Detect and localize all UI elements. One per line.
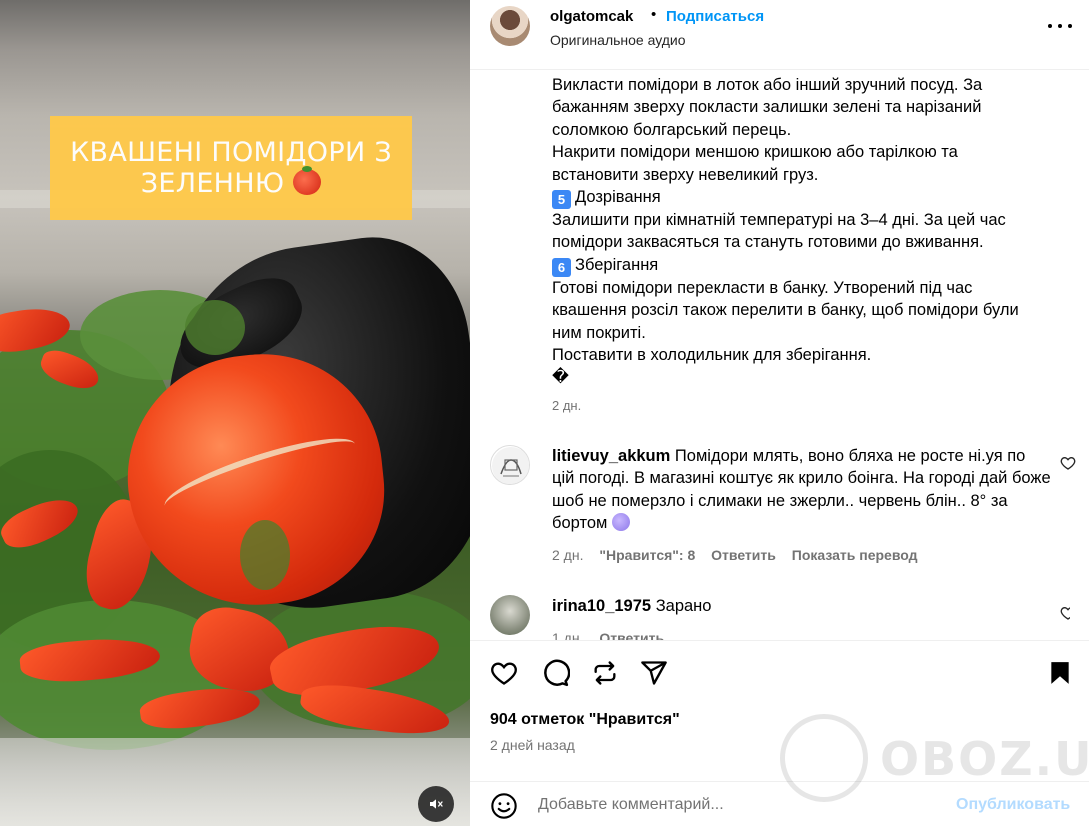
author-username[interactable]: olgatomcak (550, 8, 633, 25)
paper-plane-icon (641, 661, 667, 685)
caption-line: бажанням зверху покласти залишки зелені … (552, 98, 982, 117)
step-5-title: Дозрівання (575, 188, 661, 207)
commenter-avatar[interactable] (490, 445, 530, 485)
publish-button[interactable]: Опубликовать (956, 796, 1070, 814)
comment-time[interactable]: 1 дн. (552, 630, 583, 640)
caption-line: помідори заквасяться та стануть готовими… (552, 233, 984, 252)
caption-line: соломкою болгарський перець. (552, 120, 792, 139)
step-5-heading: 5 Дозрівання (552, 186, 1052, 210)
add-comment-bar: Опубликовать (470, 781, 1089, 826)
tray-bottom (0, 738, 470, 826)
comment-meta: 2 дн. "Нравится": 8 Ответить Показать пе… (552, 547, 930, 563)
original-audio-link[interactable]: Оригинальное аудио (550, 32, 686, 48)
comment-item: litievuy_akkum Помідори млять, воно блях… (490, 445, 1076, 575)
comment-button[interactable] (539, 657, 571, 689)
caption-time[interactable]: 2 дн. (552, 398, 581, 413)
post-actions: 904 отметок "Нравится" 2 дней назад Опуб… (470, 640, 1089, 826)
reply-button[interactable]: Ответить (711, 547, 776, 563)
repost-button[interactable] (589, 657, 621, 689)
post-header: olgatomcak • Подписаться Оригинальное ау… (470, 0, 1089, 70)
overlay-title-card: КВАШЕНІ ПОМІДОРИ З ЗЕЛЕННЮ (50, 116, 412, 220)
commenter-username[interactable]: irina10_1975 (552, 597, 651, 615)
caption-line: Викласти помідори в лоток або інший зруч… (552, 76, 983, 94)
caption-line: квашення розсіл також перелити в банку, … (552, 301, 1019, 320)
commenter-username[interactable]: litievuy_akkum (552, 447, 670, 465)
post-media[interactable]: КВАШЕНІ ПОМІДОРИ З ЗЕЛЕННЮ (0, 0, 470, 826)
sketch-avatar-icon (492, 447, 529, 484)
share-button[interactable] (638, 657, 670, 689)
dill-sprig (240, 520, 290, 590)
heart-icon (491, 662, 517, 685)
comment-time[interactable]: 2 дн. (552, 547, 583, 563)
comment-input[interactable] (538, 792, 938, 818)
tomato-emoji-icon (293, 166, 322, 195)
commenter-avatar[interactable] (490, 595, 530, 635)
comment-likes[interactable]: "Нравится": 8 (599, 547, 695, 563)
author-avatar[interactable] (490, 6, 530, 46)
caption-line: Поставити в холодильник для зберігання. (552, 346, 872, 365)
cold-face-emoji-icon (611, 513, 630, 532)
comment-text: litievuy_akkum Помідори млять, воно блях… (552, 445, 1052, 535)
dill-sprig (185, 300, 245, 355)
keycap-5-icon: 5 (552, 190, 571, 210)
post-details-panel: olgatomcak • Подписаться Оригинальное ау… (470, 0, 1089, 826)
reply-button[interactable]: Ответить (599, 630, 664, 640)
more-options-icon[interactable] (1048, 16, 1072, 36)
keycap-6-icon: 6 (552, 257, 571, 277)
repost-icon (594, 661, 616, 685)
like-button[interactable] (488, 657, 520, 689)
step-6-heading: 6 Зберігання (552, 254, 1052, 277)
header-separator: • (651, 6, 657, 23)
caption-line: Накрити помідори меншою кришкою або тарі… (552, 143, 958, 162)
overlay-title-text: КВАШЕНІ ПОМІДОРИ З ЗЕЛЕННЮ (70, 136, 392, 199)
caption-trailing-glyph: � (552, 368, 569, 387)
speaker-muted-icon (430, 799, 443, 809)
show-translation-button[interactable]: Показать перевод (792, 547, 918, 563)
mute-button[interactable] (418, 786, 454, 822)
posted-time[interactable]: 2 дней назад (490, 737, 575, 753)
likes-count[interactable]: 904 отметок "Нравится" (490, 711, 680, 729)
step-6-title: Зберігання (575, 255, 659, 274)
caption-line: Залишити при кімнатній температурі на 3–… (552, 211, 1006, 230)
caption-line: встановити зверху невеликий груз. (552, 165, 819, 184)
emoji-picker-icon[interactable] (490, 792, 518, 820)
like-comment-heart-icon[interactable] (1060, 455, 1076, 471)
comment-text: irina10_1975 Зарано (552, 595, 1052, 617)
caption-line: ним покриті. (552, 323, 646, 342)
like-comment-heart-icon[interactable] (1060, 605, 1070, 621)
save-button[interactable] (1044, 657, 1076, 689)
follow-button[interactable]: Подписаться (666, 8, 764, 25)
post-caption: Викласти помідори в лоток або інший зруч… (552, 74, 1052, 389)
bookmark-filled-icon (1051, 662, 1069, 684)
speech-bubble-icon (544, 659, 570, 687)
caption-line: Готові помідори перекласти в банку. Утво… (552, 278, 973, 297)
comment-body: Зарано (655, 597, 712, 615)
comment-item: irina10_1975 Зарано 1 дн. Ответить (490, 595, 1070, 640)
comment-meta: 1 дн. Ответить (552, 630, 676, 640)
